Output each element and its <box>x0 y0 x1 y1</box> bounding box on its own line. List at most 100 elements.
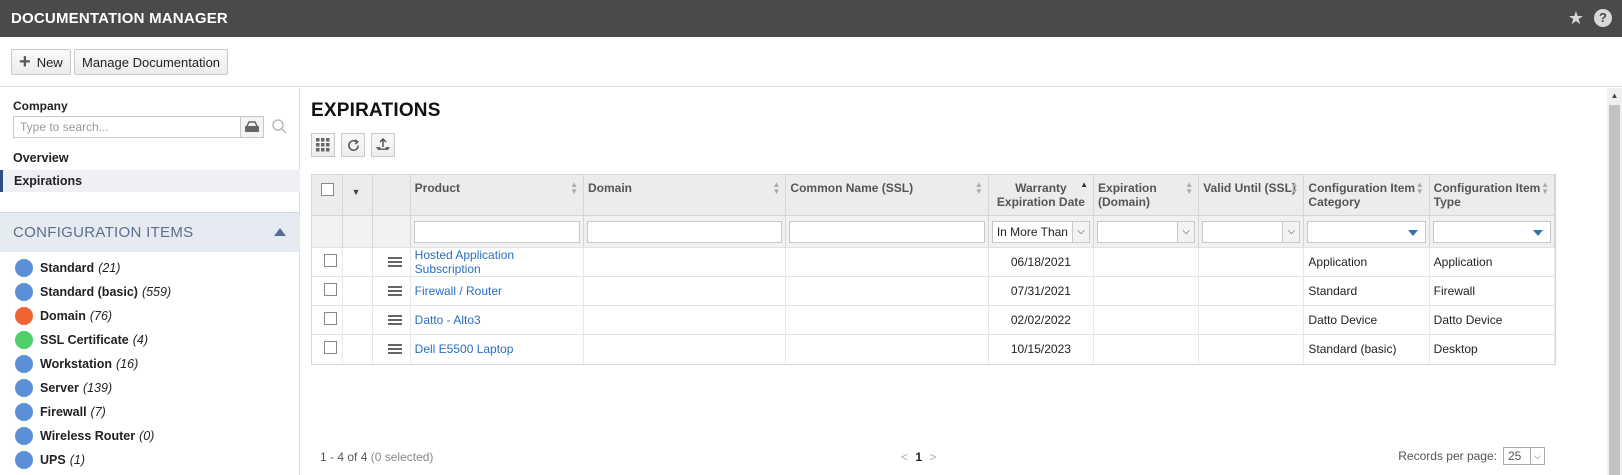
nav-expirations[interactable]: Expirations <box>0 170 300 192</box>
prev-page-button[interactable]: < <box>901 450 908 464</box>
help-icon[interactable]: ? <box>1594 9 1612 27</box>
vertical-scrollbar[interactable]: ▲ <box>1607 88 1622 475</box>
scroll-up-arrow-icon[interactable]: ▲ <box>1607 88 1622 103</box>
collapse-triangle-icon[interactable] <box>274 228 286 236</box>
column-header-product[interactable]: Product ▲ ▼ <box>410 175 585 216</box>
scrollbar-thumb[interactable] <box>1609 105 1620 475</box>
company-search-input[interactable] <box>13 116 241 138</box>
new-button[interactable]: + New <box>11 49 71 75</box>
config-item[interactable]: Wireless Router (0) <box>0 424 300 448</box>
nav-overview[interactable]: Overview <box>0 147 300 169</box>
expiration-domain-filter-select[interactable]: ⌵ <box>1097 220 1196 243</box>
config-item[interactable]: Firewall (7) <box>0 400 300 424</box>
row-empty-cell <box>342 305 373 335</box>
cell-type: Datto Device <box>1429 305 1556 335</box>
sort-icon[interactable]: ▲ ▼ <box>1185 181 1193 196</box>
cell-product: Dell E5500 Laptop <box>410 334 585 364</box>
product-link[interactable]: Hosted Application Subscription <box>415 248 514 276</box>
sort-icon[interactable]: ▲ ▼ <box>1541 181 1549 196</box>
cell-warranty: 10/15/2023 <box>988 334 1095 364</box>
current-page[interactable]: 1 <box>915 450 922 464</box>
list-menu-icon[interactable] <box>387 286 402 296</box>
manage-documentation-button[interactable]: Manage Documentation <box>74 49 229 75</box>
valid-until-filter-select[interactable]: ⌵ <box>1202 220 1301 243</box>
cell-category: Standard <box>1303 276 1430 306</box>
common-name-filter-input[interactable] <box>789 220 985 243</box>
row-checkbox[interactable] <box>324 254 337 267</box>
config-item[interactable]: UPS (1) <box>0 448 300 472</box>
new-button-label: New <box>36 54 63 70</box>
ci-category-filter-select[interactable] <box>1307 220 1426 243</box>
dropdown-triangle-icon[interactable] <box>1407 229 1418 236</box>
config-item-count: (76) <box>89 309 113 323</box>
column-header-ci-category[interactable]: Configuration Item Category ▲ ▼ <box>1303 175 1430 216</box>
config-items-header[interactable]: CONFIGURATION ITEMS <box>0 212 300 252</box>
star-icon[interactable]: ★ <box>1568 9 1584 27</box>
row-empty-cell <box>342 247 373 277</box>
row-checkbox[interactable] <box>324 283 337 296</box>
ci-type-filter-select[interactable] <box>1432 220 1551 243</box>
row-checkbox[interactable] <box>324 341 337 355</box>
config-item[interactable]: Server (139) <box>0 376 300 400</box>
row-checkbox[interactable] <box>324 312 337 325</box>
sort-icon[interactable]: ▲ ▼ <box>1416 181 1424 196</box>
expirations-grid: ▼ Product ▲ ▼ Domain ▲ ▼ Common Name (SSL) ▲ ▼… <box>311 174 1556 365</box>
column-header-domain[interactable]: Domain ▲ ▼ <box>583 175 787 216</box>
config-item[interactable]: Workstation (16) <box>0 352 300 376</box>
config-item-count: (139) <box>82 381 113 395</box>
list-menu-icon[interactable] <box>387 315 402 325</box>
product-filter-input[interactable] <box>413 220 580 243</box>
column-header-valid-until[interactable]: Valid Until (SSL) ▲ ▼ <box>1198 175 1305 216</box>
cell-value: Datto Device <box>1308 313 1378 327</box>
clear-search-icon[interactable] <box>271 118 287 134</box>
sort-icon[interactable]: ▲ ▼ <box>1291 181 1299 196</box>
cell-type: Firewall <box>1429 276 1556 306</box>
pager: 1 - 4 of 4 (0 selected) < 1 > Records pe… <box>311 442 1556 474</box>
select-all-checkbox[interactable] <box>321 183 334 196</box>
column-header-ci-type[interactable]: Configuration Item Type ▲ ▼ <box>1429 175 1556 216</box>
sort-icon[interactable]: ▲ ▼ <box>772 181 780 196</box>
column-header-warranty[interactable]: Warranty Expiration Date ▲ <box>988 175 1095 216</box>
company-lookup-button[interactable] <box>240 116 264 138</box>
category-dot-icon <box>15 331 33 349</box>
product-link[interactable]: Datto - Alto3 <box>415 313 481 327</box>
config-item[interactable]: Standard (basic) (559) <box>0 280 300 304</box>
product-link[interactable]: Firewall / Router <box>415 284 502 298</box>
cell-product: Firewall / Router <box>410 276 585 306</box>
column-header-common-name[interactable]: Common Name (SSL) ▲ ▼ <box>785 175 989 216</box>
product-link[interactable]: Dell E5500 Laptop <box>415 342 514 356</box>
sort-icon[interactable]: ▲ <box>1080 181 1088 195</box>
sort-icon[interactable]: ▲ ▼ <box>570 181 578 196</box>
export-button[interactable] <box>371 133 395 157</box>
next-page-button[interactable]: > <box>929 450 936 464</box>
bulk-menu-cell[interactable]: ▼ <box>342 175 373 216</box>
dropdown-triangle-icon[interactable] <box>1533 229 1543 236</box>
column-header-expiration-domain[interactable]: Expiration (Domain) ▲ ▼ <box>1093 175 1200 216</box>
chevron-down-icon[interactable]: ⌵ <box>1282 221 1300 242</box>
filter-row: In More Than 90 ⌵ ⌵ ⌵ <box>312 215 1556 248</box>
chevron-down-icon[interactable]: ⌵ <box>1177 221 1195 242</box>
list-menu-icon[interactable] <box>387 344 402 355</box>
config-item[interactable]: Domain (76) <box>0 304 300 328</box>
company-label: Company <box>13 99 68 113</box>
category-dot-icon <box>15 403 33 421</box>
sidebar: Company Overview Expirations CONFIGURATI… <box>0 88 300 475</box>
config-item[interactable]: Standard (21) <box>0 256 300 280</box>
config-item-count: (21) <box>98 261 121 275</box>
page-navigation: < 1 > <box>901 450 936 464</box>
chevron-down-icon[interactable]: ⌵ <box>1530 448 1544 464</box>
chevron-down-icon[interactable]: ⌵ <box>1072 221 1090 242</box>
refresh-button[interactable] <box>341 133 365 157</box>
list-menu-icon[interactable] <box>387 257 402 267</box>
records-per-page-select[interactable]: 25 ⌵ <box>1503 447 1545 465</box>
chevron-down-icon[interactable]: ▼ <box>352 187 361 197</box>
row-select-cell <box>312 305 343 335</box>
category-dot-icon <box>15 259 33 277</box>
sort-icon[interactable]: ▲ ▼ <box>975 181 983 196</box>
column-label: Valid Until (SSL) <box>1203 181 1296 195</box>
domain-filter-input[interactable] <box>587 220 783 243</box>
column-chooser-button[interactable] <box>311 133 335 157</box>
warranty-filter-select[interactable]: In More Than 90 ⌵ <box>991 220 1091 243</box>
config-item[interactable]: SSL Certificate (4) <box>0 328 300 352</box>
cell-exp-domain <box>1093 334 1200 364</box>
